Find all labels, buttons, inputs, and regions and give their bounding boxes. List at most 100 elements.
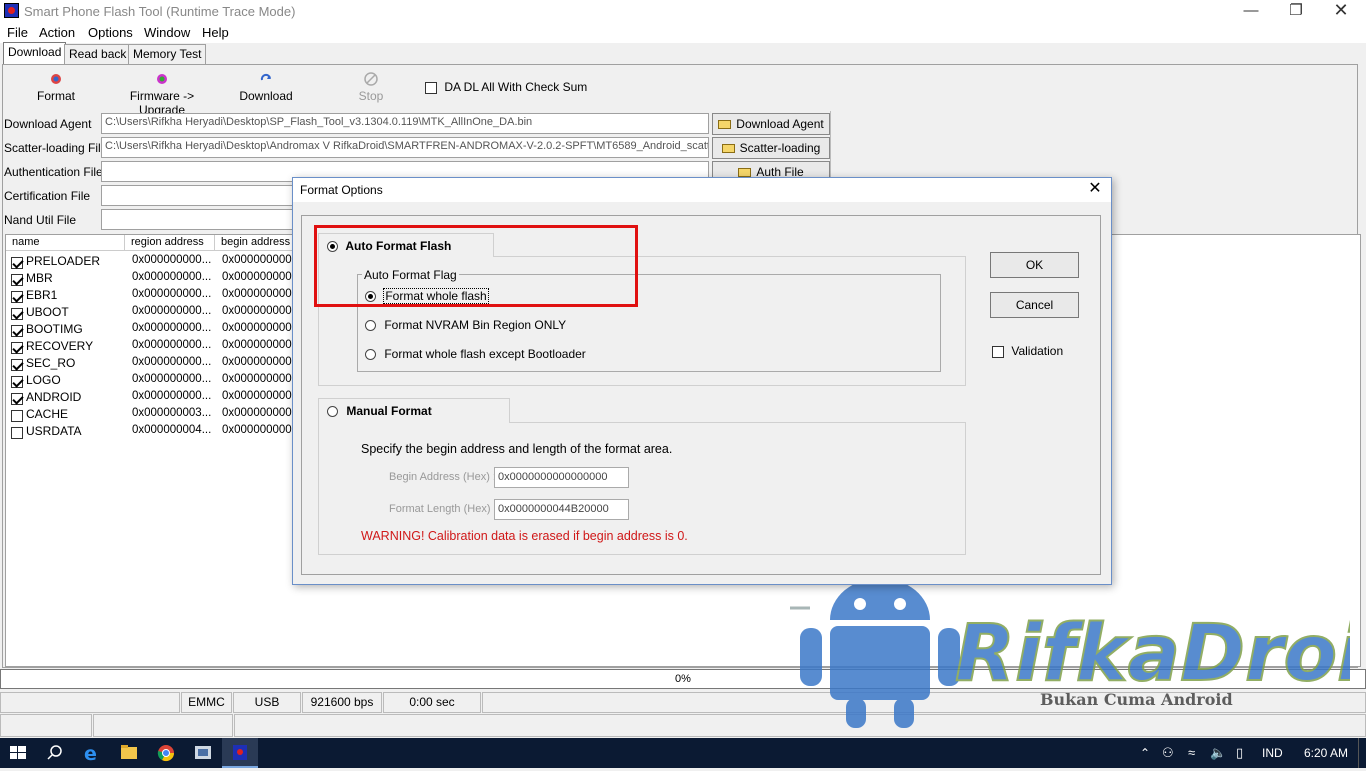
menu-help[interactable]: Help [202, 25, 229, 40]
tab-read-back[interactable]: Read back [64, 44, 132, 64]
da-checksum-checkbox[interactable]: DA DL All With Check Sum [425, 80, 587, 94]
svg-text:e: e [84, 743, 97, 765]
ok-button[interactable]: OK [990, 252, 1079, 278]
chrome-button[interactable] [148, 738, 184, 768]
table-row[interactable]: USRDATA 0x000000004... 0x000000000... [10, 424, 301, 441]
status-cell-empty [0, 692, 180, 713]
partition-checkbox[interactable] [11, 341, 23, 354]
status-cell-lower-2 [93, 714, 233, 737]
flash-tool-taskbar-button[interactable] [222, 738, 258, 768]
format-options-dialog: Format Options ✕ Auto Format Flash Auto … [292, 177, 1112, 585]
dialog-close-button[interactable]: ✕ [1085, 179, 1105, 199]
action-center-icon[interactable]: ▯ [1236, 745, 1243, 761]
folder-icon [721, 144, 735, 153]
cancel-button[interactable]: Cancel [990, 292, 1079, 318]
manual-format-radio[interactable]: Manual Format [318, 398, 510, 423]
people-icon[interactable]: ⚇ [1162, 745, 1174, 761]
wifi-icon[interactable]: ≈ [1188, 745, 1195, 760]
da-checksum-label: DA DL All With Check Sum [444, 80, 588, 94]
stop-button[interactable]: Stop [354, 72, 388, 103]
opt-format-nvram-dot[interactable] [365, 320, 376, 332]
table-row[interactable]: ANDROID 0x000000000... 0x000000000... [10, 390, 301, 407]
menu-window[interactable]: Window [144, 25, 190, 40]
watermark-tagline: Bukan Cuma Android [1040, 690, 1233, 709]
validation-checkbox[interactable]: Validation [992, 344, 1063, 358]
table-row[interactable]: BOOTIMG 0x000000000... 0x000000000... [10, 322, 301, 339]
volume-icon[interactable]: 🔈 [1210, 745, 1226, 761]
language-indicator[interactable]: IND [1262, 746, 1283, 760]
menu-file[interactable]: File [7, 25, 28, 40]
task-app-button[interactable] [185, 738, 221, 768]
firmware-upgrade-button[interactable]: Firmware -> Upgrade [110, 72, 214, 117]
partition-checkbox[interactable] [11, 307, 23, 320]
table-row[interactable]: PRELOADER 0x000000000... 0x000000000... [10, 254, 301, 271]
format-length-input[interactable]: 0x0000000044B20000 [494, 499, 629, 520]
file-explorer-button[interactable] [111, 738, 147, 768]
partition-begin-address: 0x000000000... [222, 356, 302, 368]
partition-checkbox[interactable] [11, 290, 23, 303]
start-button[interactable] [0, 738, 36, 768]
da-checksum-box[interactable] [425, 81, 437, 94]
col-header-begin[interactable]: begin address [215, 235, 295, 251]
download-agent-label: Download Agent [4, 117, 92, 131]
show-desktop-button[interactable] [1358, 738, 1359, 768]
window-title: Smart Phone Flash Tool (Runtime Trace Mo… [24, 4, 296, 19]
table-row[interactable]: LOGO 0x000000000... 0x000000000... [10, 373, 301, 390]
table-row[interactable]: EBR1 0x000000000... 0x000000000... [10, 288, 302, 305]
partition-checkbox[interactable] [11, 375, 23, 388]
validation-label: Validation [1011, 344, 1064, 358]
opt-format-except-bootloader[interactable]: Format whole flash except Bootloader [365, 347, 586, 361]
status-time: 0:00 sec [383, 692, 481, 713]
tab-memory-test[interactable]: Memory Test [128, 44, 207, 64]
scatter-loading-button[interactable]: Scatter-loading [712, 137, 830, 159]
partition-checkbox[interactable] [11, 426, 23, 439]
table-row[interactable]: SEC_RO 0x000000000... 0x000000000... [10, 356, 302, 373]
highlight-box [314, 225, 638, 307]
manual-format-radio-dot[interactable] [327, 406, 338, 418]
opt-format-except-bootloader-label: Format whole flash except Bootloader [384, 347, 586, 361]
partition-name: USRDATA [26, 424, 82, 438]
clock[interactable]: 6:20 AM [1304, 746, 1348, 760]
partition-checkbox[interactable] [11, 392, 23, 405]
partition-checkbox[interactable] [11, 324, 23, 337]
stop-label: Stop [358, 89, 384, 103]
partition-region-address: 0x000000000... [132, 390, 212, 402]
edge-button[interactable]: e [74, 738, 110, 768]
menu-options[interactable]: Options [88, 25, 133, 40]
partition-checkbox[interactable] [11, 273, 23, 286]
folder-icon [121, 745, 137, 759]
partition-region-address: 0x000000000... [132, 322, 212, 334]
download-agent-button[interactable]: Download Agent [712, 113, 830, 135]
table-row[interactable]: CACHE 0x000000003... 0x000000000... [10, 407, 301, 424]
scatter-file-field[interactable]: C:\Users\Rifkha Heryadi\Desktop\Andromax… [101, 137, 709, 158]
table-row[interactable]: UBOOT 0x000000000... 0x000000000... [10, 305, 301, 322]
download-label: Download [239, 89, 293, 103]
menu-action[interactable]: Action [39, 25, 75, 40]
minimize-button[interactable]: — [1228, 0, 1274, 23]
tab-download[interactable]: Download [3, 42, 67, 64]
format-label: Format [36, 89, 75, 103]
table-row[interactable]: RECOVERY 0x000000000... 0x000000000... [10, 339, 301, 356]
col-header-region[interactable]: region address [125, 235, 215, 251]
partition-begin-address: 0x000000000... [222, 288, 302, 300]
download-agent-field[interactable]: C:\Users\Rifkha Heryadi\Desktop\SP_Flash… [101, 113, 709, 134]
download-icon [260, 73, 271, 81]
partition-checkbox[interactable] [11, 256, 23, 269]
close-button[interactable]: ✕ [1318, 0, 1364, 23]
download-button[interactable]: Download [238, 72, 294, 103]
opt-format-nvram[interactable]: Format NVRAM Bin Region ONLY [365, 318, 566, 332]
col-header-name[interactable]: name [6, 235, 125, 251]
search-button[interactable] [37, 738, 73, 768]
opt-format-except-bootloader-dot[interactable] [365, 349, 376, 361]
progress-text: 0% [675, 673, 691, 685]
partition-checkbox[interactable] [11, 358, 23, 371]
show-hidden-icons-button[interactable]: ⌃ [1140, 746, 1150, 760]
dialog-titlebar [293, 178, 1111, 202]
validation-box[interactable] [992, 345, 1004, 358]
table-row[interactable]: MBR 0x000000000... 0x000000000... [10, 271, 301, 288]
format-button[interactable]: Format [36, 72, 76, 103]
partition-checkbox[interactable] [11, 409, 23, 422]
begin-address-input[interactable]: 0x0000000000000000 [494, 467, 629, 488]
partition-name: BOOTIMG [26, 322, 83, 336]
restore-button[interactable]: ❐ [1273, 0, 1319, 23]
